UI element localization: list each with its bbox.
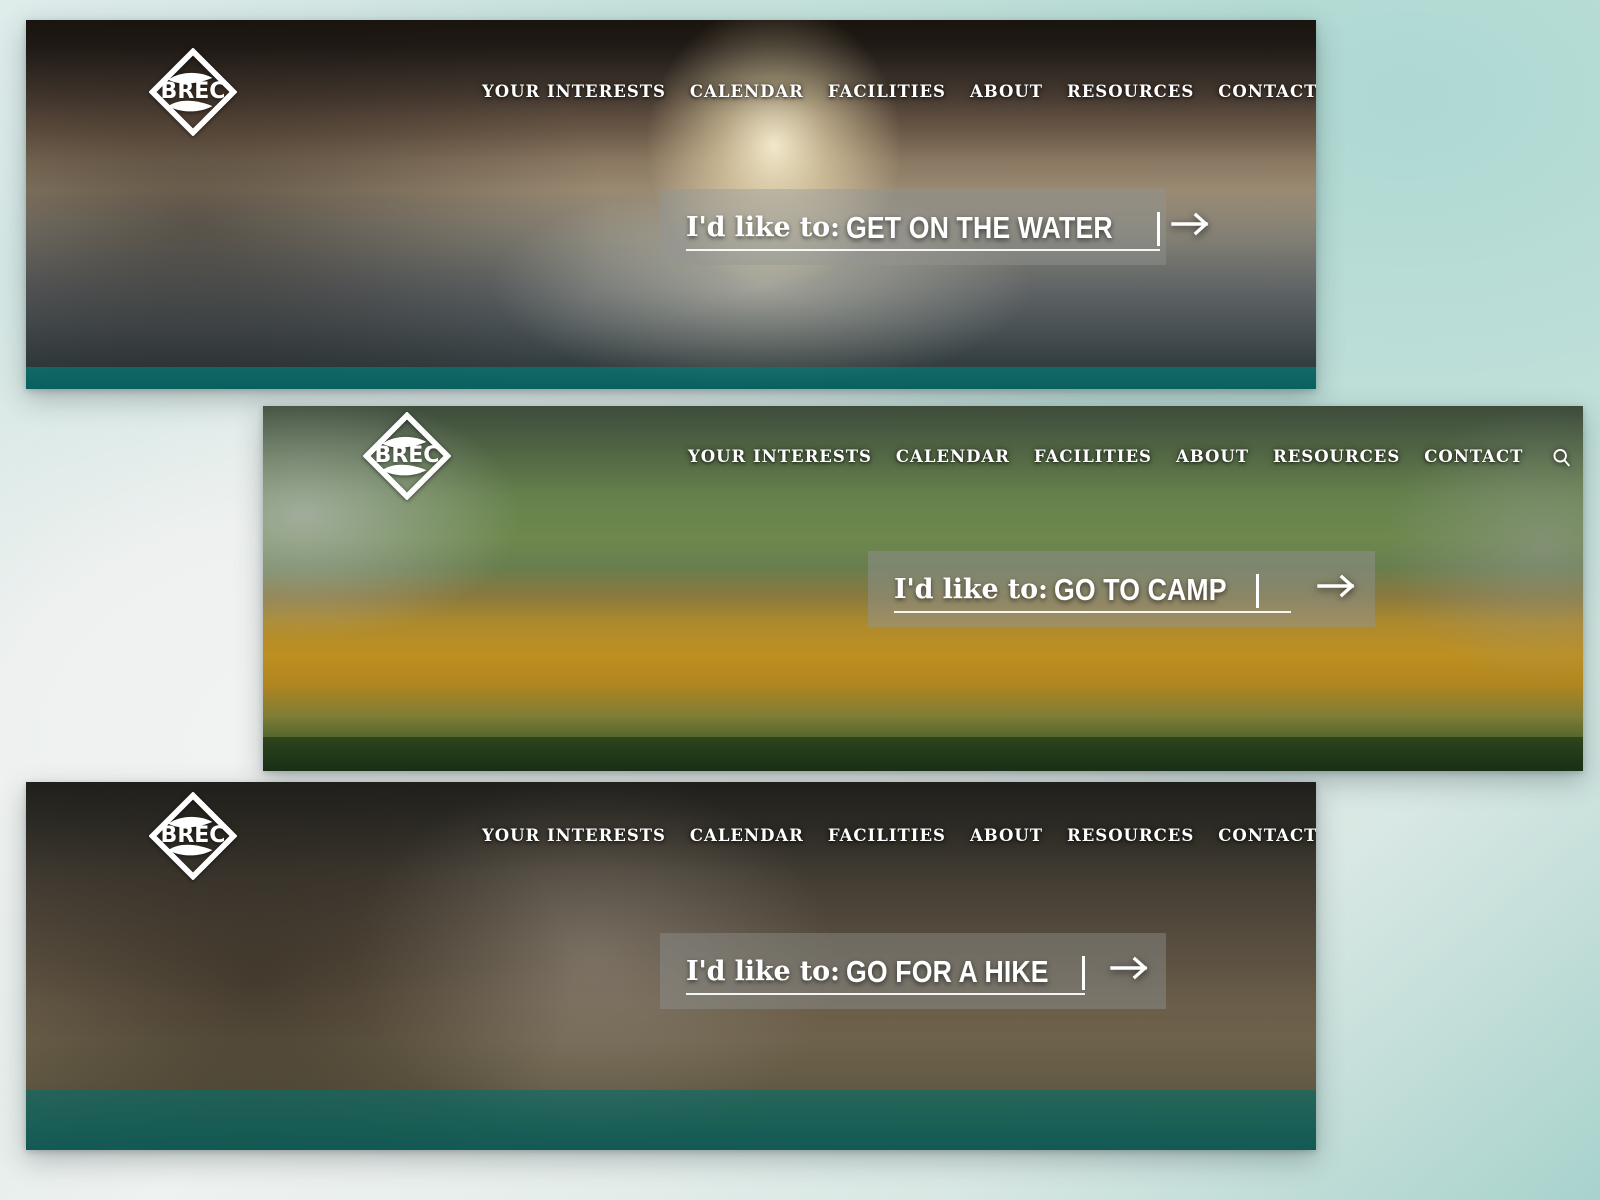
text-caret <box>1082 956 1086 990</box>
arrow-right-icon[interactable] <box>1301 573 1375 599</box>
cta-underline <box>894 611 1291 613</box>
cta-typed-value: GET ON THE WATER <box>845 209 1113 245</box>
nav-links: YOUR INTERESTS CALENDAR FACILITIES ABOUT… <box>482 826 1316 847</box>
text-caret <box>1156 212 1160 246</box>
footer-accent-strip <box>26 367 1316 389</box>
nav-item-resources[interactable]: RESOURCES <box>1067 84 1194 101</box>
nav-item-calendar[interactable]: CALENDAR <box>896 449 1010 466</box>
site-navbar: BREC YOUR INTERESTS CALENDAR FACILITIES … <box>263 406 1583 510</box>
brec-logo[interactable]: BREC <box>149 48 237 136</box>
svg-text:BREC: BREC <box>161 79 226 104</box>
cta-prefix-label: I'd like to: <box>686 955 840 987</box>
nav-item-contact[interactable]: CONTACT <box>1218 84 1316 101</box>
nav-links: YOUR INTERESTS CALENDAR FACILITIES ABOUT… <box>688 447 1572 468</box>
hero-panel-water: BREC YOUR INTERESTS CALENDAR FACILITIES … <box>26 20 1316 389</box>
cta-text-area[interactable]: I'd like to: GET ON THE WATER <box>660 189 1170 265</box>
brec-logo[interactable]: BREC <box>363 412 451 500</box>
cta-underline <box>686 249 1160 251</box>
cta-search-box-water[interactable]: I'd like to: GET ON THE WATER <box>660 189 1209 265</box>
cta-typed-value: GO TO CAMP <box>1053 571 1227 607</box>
site-navbar: BREC YOUR INTERESTS CALENDAR FACILITIES … <box>26 20 1316 136</box>
arrow-right-icon[interactable] <box>1170 211 1214 237</box>
arrow-right-icon[interactable] <box>1095 955 1166 981</box>
svg-text:BREC: BREC <box>375 443 440 468</box>
search-icon[interactable] <box>1551 447 1572 468</box>
nav-item-about[interactable]: ABOUT <box>970 84 1043 101</box>
nav-item-about[interactable]: ABOUT <box>1176 449 1249 466</box>
nav-item-facilities[interactable]: FACILITIES <box>828 828 946 845</box>
hero-variations-stage: BREC YOUR INTERESTS CALENDAR FACILITIES … <box>0 0 1600 1200</box>
footer-accent-strip <box>263 737 1583 771</box>
nav-item-your-interests[interactable]: YOUR INTERESTS <box>482 84 666 101</box>
nav-item-your-interests[interactable]: YOUR INTERESTS <box>688 449 872 466</box>
nav-item-calendar[interactable]: CALENDAR <box>690 84 804 101</box>
nav-item-facilities[interactable]: FACILITIES <box>1034 449 1152 466</box>
hero-panel-camp: BREC YOUR INTERESTS CALENDAR FACILITIES … <box>263 406 1583 771</box>
cta-underline <box>686 993 1086 995</box>
text-caret <box>1255 574 1259 608</box>
cta-search-box-camp[interactable]: I'd like to: GO TO CAMP <box>868 551 1375 627</box>
footer-accent-strip <box>26 1090 1316 1150</box>
svg-text:BREC: BREC <box>161 823 226 848</box>
nav-item-contact[interactable]: CONTACT <box>1424 449 1523 466</box>
brec-logo[interactable]: BREC <box>149 792 237 880</box>
cta-search-box-hike[interactable]: I'd like to: GO FOR A HIKE <box>660 933 1166 1009</box>
cta-text-area[interactable]: I'd like to: GO TO CAMP <box>868 551 1301 627</box>
nav-item-your-interests[interactable]: YOUR INTERESTS <box>482 828 666 845</box>
nav-item-resources[interactable]: RESOURCES <box>1067 828 1194 845</box>
nav-item-about[interactable]: ABOUT <box>970 828 1043 845</box>
hero-panel-hike: BREC YOUR INTERESTS CALENDAR FACILITIES … <box>26 782 1316 1150</box>
nav-item-facilities[interactable]: FACILITIES <box>828 84 946 101</box>
cta-prefix-label: I'd like to: <box>894 573 1048 605</box>
nav-links: YOUR INTERESTS CALENDAR FACILITIES ABOUT… <box>482 82 1316 103</box>
nav-item-resources[interactable]: RESOURCES <box>1273 449 1400 466</box>
cta-prefix-label: I'd like to: <box>686 211 840 243</box>
nav-item-calendar[interactable]: CALENDAR <box>690 828 804 845</box>
site-navbar: BREC YOUR INTERESTS CALENDAR FACILITIES … <box>26 782 1316 886</box>
nav-item-contact[interactable]: CONTACT <box>1218 828 1316 845</box>
cta-typed-value: GO FOR A HIKE <box>845 953 1049 989</box>
cta-text-area[interactable]: I'd like to: GO FOR A HIKE <box>660 933 1095 1009</box>
